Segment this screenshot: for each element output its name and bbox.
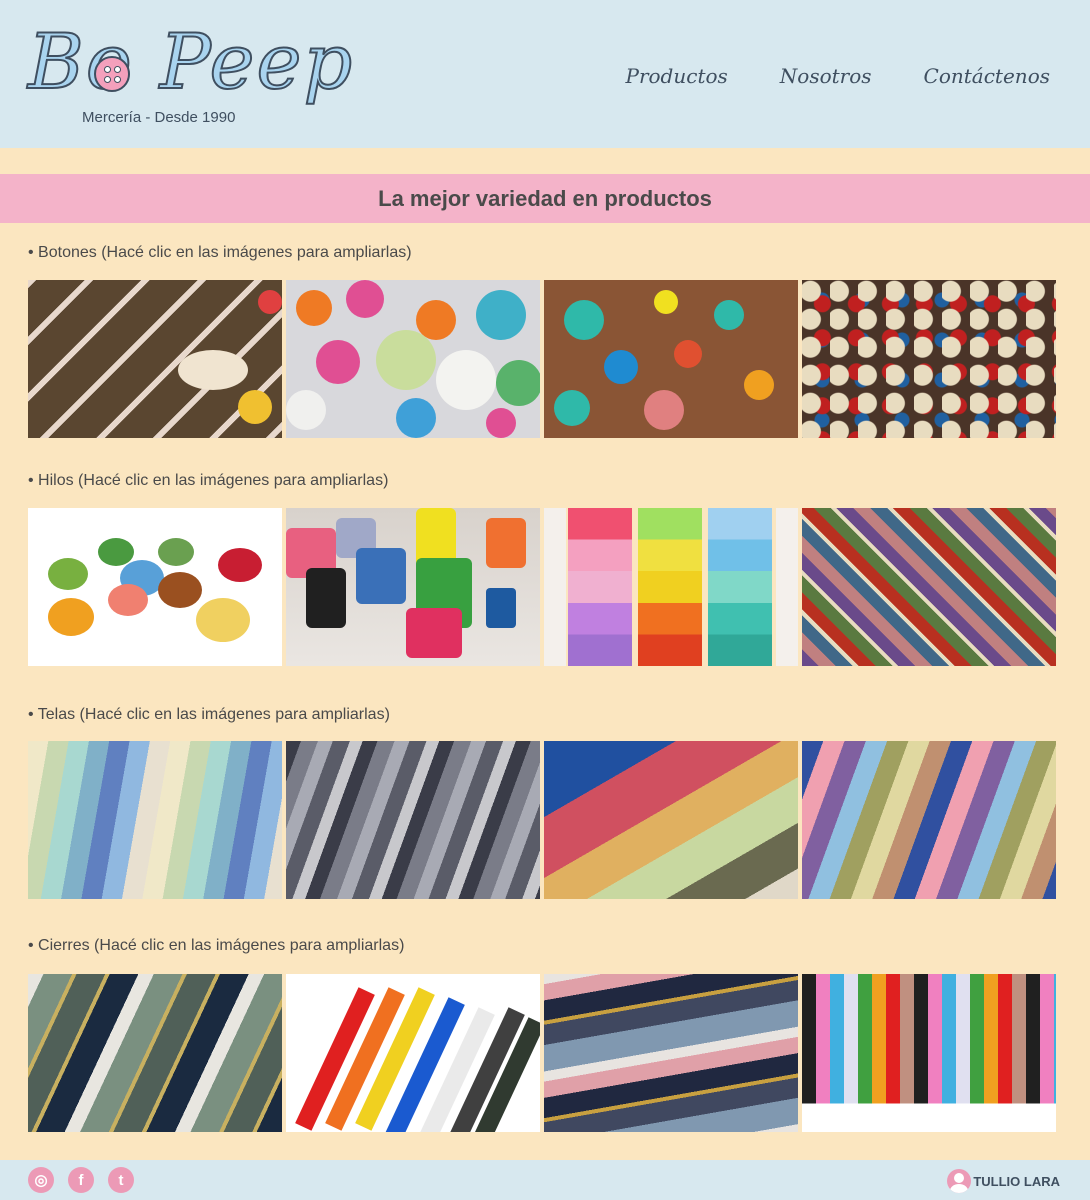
gallery-hilos (28, 508, 1056, 666)
gallery-image-hilos-1[interactable] (28, 508, 282, 666)
gallery-image-botones-1[interactable] (28, 280, 282, 438)
gallery-image-botones-4[interactable] (802, 280, 1056, 438)
gallery-image-hilos-3[interactable] (544, 508, 798, 666)
instagram-icon[interactable]: ◎ (28, 1167, 54, 1193)
gallery-telas (28, 741, 1056, 899)
nav-item-nosotros[interactable]: Nosotros (780, 64, 872, 88)
logo-text: Bo Peep (27, 16, 355, 107)
nav-item-productos[interactable]: Productos (626, 64, 728, 88)
gallery-image-hilos-4[interactable] (802, 508, 1056, 666)
gallery-image-telas-3[interactable] (544, 741, 798, 899)
facebook-icon[interactable]: f (68, 1167, 94, 1193)
gallery-image-cierres-3[interactable] (544, 974, 798, 1132)
page-banner: La mejor variedad en productos (0, 174, 1090, 223)
site-footer: ◎ f t TULLIO LARA (0, 1160, 1090, 1200)
logo[interactable]: Bo Peep Mercería - Desde 1990 (27, 14, 353, 134)
gallery-image-hilos-2[interactable] (286, 508, 540, 666)
gallery-cierres (28, 974, 1056, 1132)
page-title: La mejor variedad en productos (378, 185, 712, 211)
main-nav: Productos Nosotros Contáctenos (626, 64, 1051, 88)
gallery-image-telas-2[interactable] (286, 741, 540, 899)
section-label-cierres: • Cierres (Hacé clic en las imágenes par… (28, 937, 405, 954)
nav-item-contactenos[interactable]: Contáctenos (924, 64, 1050, 88)
avatar-icon (947, 1169, 972, 1193)
button-logo-icon (94, 56, 130, 92)
gallery-image-telas-4[interactable] (802, 741, 1056, 899)
gallery-botones (28, 280, 1056, 438)
gallery-image-telas-1[interactable] (28, 741, 282, 899)
section-label-telas: • Telas (Hacé clic en las imágenes para … (28, 706, 390, 723)
section-label-botones: • Botones (Hacé clic en las imágenes par… (28, 244, 412, 261)
site-header: Bo Peep Mercería - Desde 1990 Productos … (0, 0, 1090, 148)
gallery-image-cierres-2[interactable] (286, 974, 540, 1132)
logo-subtitle: Mercería - Desde 1990 (82, 109, 236, 126)
section-label-hilos: • Hilos (Hacé clic en las imágenes para … (28, 472, 389, 489)
gallery-image-cierres-4[interactable] (802, 974, 1056, 1132)
gallery-image-cierres-1[interactable] (28, 974, 282, 1132)
twitter-icon[interactable]: t (108, 1167, 134, 1193)
gallery-image-botones-2[interactable] (286, 280, 540, 438)
gallery-image-botones-3[interactable] (544, 280, 798, 438)
social-links: ◎ f t (28, 1167, 134, 1193)
author-name: TULLIO LARA (973, 1173, 1060, 1189)
author-credit: TULLIO LARA (947, 1169, 1060, 1193)
